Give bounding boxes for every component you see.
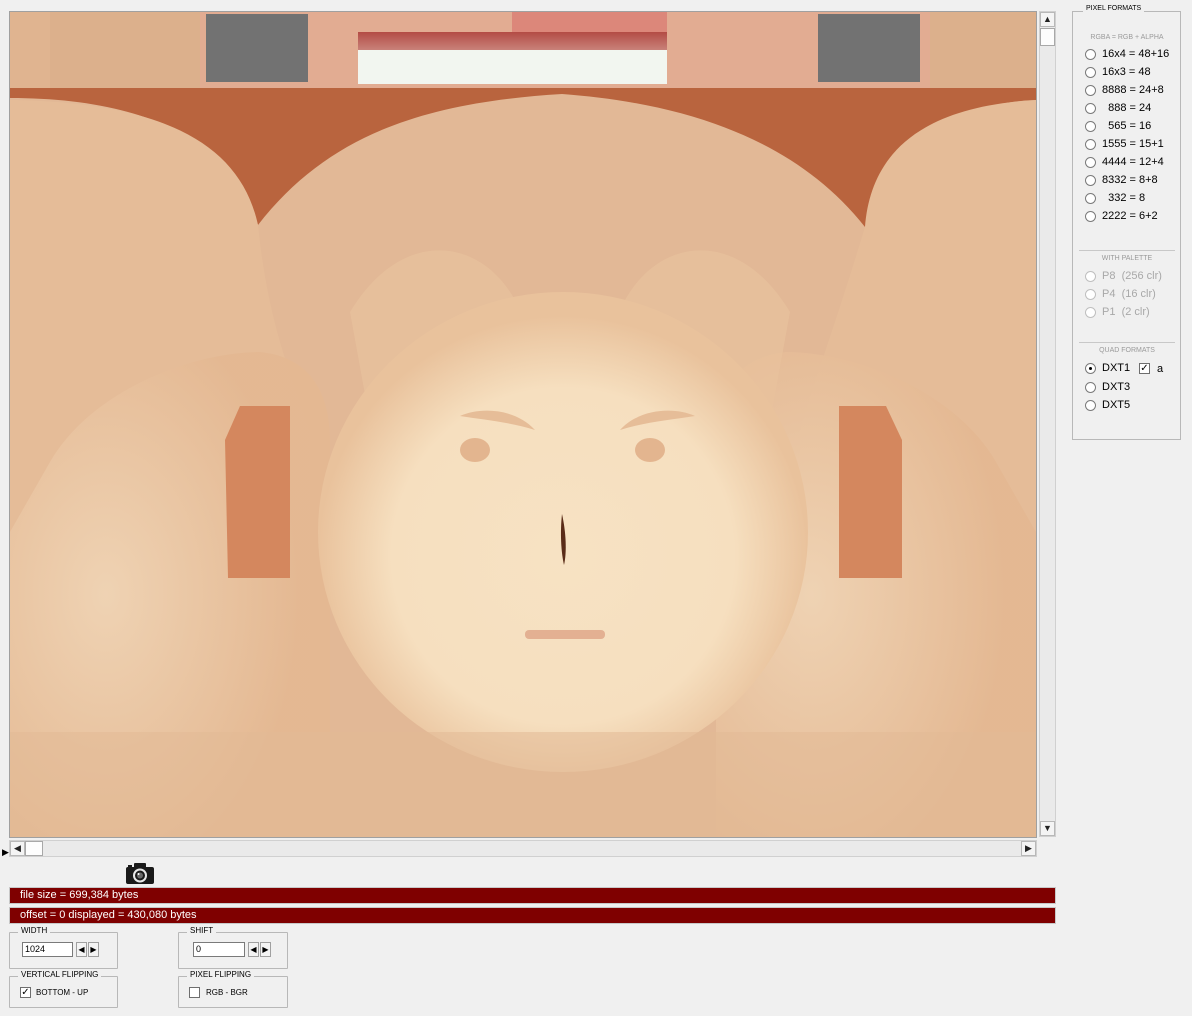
radio-label: 8332 = 8+8: [1102, 174, 1158, 186]
radio-button[interactable]: [1085, 400, 1096, 411]
rgb-bgr-label: RGB - BGR: [206, 988, 248, 997]
radio-label: DXT3: [1102, 380, 1131, 393]
radio-label: 16x4 = 48+16: [1102, 48, 1170, 60]
radio-label: 565 = 16: [1102, 120, 1152, 132]
shift-group: SHIFT 0 ◀ ▶: [178, 926, 288, 969]
divider: [1079, 342, 1175, 343]
vertical-scrollbar[interactable]: ▲ ▼: [1039, 11, 1056, 837]
scroll-up-button[interactable]: ▲: [1040, 12, 1055, 27]
radio-button: [1085, 307, 1096, 318]
radio-label: 2222 = 6+2: [1102, 210, 1158, 222]
pixel-formats-panel: PIXEL FORMATS RGBA = RGB + ALPHA 16x4 = …: [1072, 5, 1181, 440]
camera-icon[interactable]: [124, 860, 156, 886]
radio-button[interactable]: [1085, 139, 1096, 150]
arrow-down-icon: ▼: [1043, 823, 1052, 833]
rgba-subhead: RGBA = RGB + ALPHA: [1090, 34, 1164, 41]
radio-label: 1555 = 15+1: [1102, 138, 1164, 150]
radio-label: 332 = 8: [1102, 192, 1146, 204]
horizontal-scrollbar[interactable]: ◀ ▶: [9, 840, 1037, 857]
bottom-up-checkbox[interactable]: ✓: [20, 987, 31, 998]
radio-label: DXT5: [1102, 399, 1131, 411]
rgb-bgr-checkbox[interactable]: [189, 987, 200, 998]
alpha-checkbox-label: a: [1157, 363, 1164, 375]
width-increment-button[interactable]: ▶: [88, 942, 99, 957]
radio-button: [1085, 289, 1096, 300]
file-size-status: file size = 699,384 bytes: [9, 887, 1056, 904]
radio-button[interactable]: [1085, 175, 1096, 186]
radio-button[interactable]: [1085, 381, 1096, 393]
radio-button[interactable]: [1085, 103, 1096, 114]
arrow-right-icon: ▶: [90, 945, 97, 954]
vertical-flipping-legend: VERTICAL FLIPPING: [18, 970, 102, 979]
pixel-flipping-group: PIXEL FLIPPING RGB - BGR: [178, 970, 288, 1008]
arrow-up-icon: ▲: [1043, 14, 1052, 24]
horizontal-scroll-thumb[interactable]: [25, 841, 43, 856]
marker-icon: ▶: [2, 847, 9, 857]
radio-button[interactable]: [1085, 49, 1096, 60]
radio-button[interactable]: [1085, 363, 1096, 374]
radio-label: P8 (256 clr): [1102, 270, 1162, 282]
width-input[interactable]: 1024: [22, 942, 73, 957]
shift-input[interactable]: 0: [193, 942, 245, 957]
palette-subhead: WITH PALETTE: [1101, 255, 1153, 262]
radio-button[interactable]: [1085, 85, 1096, 96]
radio-button[interactable]: [1085, 211, 1096, 222]
radio-button[interactable]: [1085, 157, 1096, 168]
shift-decrement-button[interactable]: ◀: [248, 942, 259, 957]
alpha-checkbox[interactable]: ✓: [1139, 363, 1150, 374]
width-decrement-button[interactable]: ◀: [76, 942, 87, 957]
arrow-left-icon: ◀: [78, 945, 85, 954]
vertical-flipping-group: VERTICAL FLIPPING ✓ BOTTOM - UP: [9, 970, 118, 1008]
arrow-right-icon: ▶: [262, 945, 269, 954]
scroll-down-button[interactable]: ▼: [1040, 821, 1055, 836]
arrow-left-icon: ◀: [14, 843, 21, 853]
radio-button[interactable]: [1085, 121, 1096, 132]
arrow-right-icon: ▶: [1025, 843, 1032, 853]
radio-label: DXT1: [1102, 362, 1131, 374]
width-legend: WIDTH: [18, 926, 51, 935]
vertical-scroll-thumb[interactable]: [1040, 28, 1055, 46]
scroll-left-button[interactable]: ◀: [10, 841, 25, 856]
bottom-up-label: BOTTOM - UP: [36, 988, 89, 997]
offset-status: offset = 0 displayed = 430,080 bytes: [9, 907, 1056, 924]
width-group: WIDTH 1024 ◀ ▶: [9, 926, 118, 969]
radio-label: 8888 = 24+8: [1102, 84, 1164, 96]
texture-viewer[interactable]: [9, 11, 1037, 838]
radio-label: P1 (2 clr): [1102, 306, 1150, 318]
divider: [1079, 250, 1175, 251]
shift-legend: SHIFT: [187, 926, 217, 935]
quad-subhead: QUAD FORMATS: [1099, 347, 1155, 354]
radio-button: [1085, 271, 1096, 282]
radio-label: 888 = 24: [1102, 102, 1152, 114]
radio-label: 16x3 = 48: [1102, 66, 1151, 78]
pixel-flipping-legend: PIXEL FLIPPING: [187, 970, 255, 979]
shift-increment-button[interactable]: ▶: [260, 942, 271, 957]
pixel-formats-legend: PIXEL FORMATS: [1083, 5, 1145, 12]
radio-label: P4 (16 clr): [1102, 288, 1156, 300]
arrow-left-icon: ◀: [250, 945, 257, 954]
radio-button[interactable]: [1085, 193, 1096, 204]
radio-label: 4444 = 12+4: [1102, 156, 1164, 168]
scroll-right-button[interactable]: ▶: [1021, 841, 1036, 856]
radio-button[interactable]: [1085, 67, 1096, 78]
